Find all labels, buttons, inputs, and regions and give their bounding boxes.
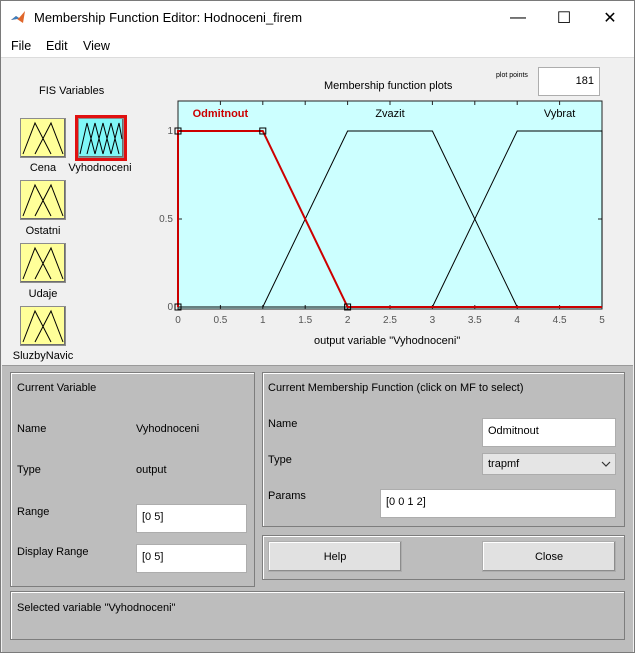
x-tick-label: 3.5	[468, 315, 482, 326]
upper-area: FIS Variables Cena Vyhodnoceni Ostatni U…	[2, 59, 633, 365]
y-tick-label: 0.5	[159, 214, 173, 225]
buttons-panel: Help Close	[262, 535, 625, 580]
x-tick-label: 0	[175, 315, 181, 326]
x-tick-label: 1	[260, 315, 266, 326]
maximize-button[interactable]: ☐	[541, 1, 587, 34]
mf-label-odmitnout: Odmitnout	[193, 108, 249, 120]
current-variable-heading: Current Variable	[17, 382, 97, 394]
status-text: Selected variable "Vyhodnoceni"	[17, 602, 176, 614]
y-tick-label: 0	[167, 302, 173, 313]
range-label: Range	[17, 506, 50, 518]
plot-points-input[interactable]: 181	[538, 67, 600, 96]
menu-view[interactable]: View	[83, 39, 110, 53]
x-tick-label: 5	[599, 315, 605, 326]
close-icon: ✕	[603, 9, 617, 27]
menu-file[interactable]: File	[11, 39, 31, 53]
matlab-app-icon	[11, 11, 25, 23]
mf-label-vybrat: Vybrat	[544, 108, 575, 120]
mf-type-label: Type	[268, 454, 292, 466]
mf-label-zvazit: Zvazit	[375, 108, 404, 120]
x-tick-label: 2.5	[383, 315, 397, 326]
fis-var-vyhodnoceni-label: Vyhodnoceni	[68, 162, 132, 174]
fis-var-udaje-icon[interactable]	[20, 243, 66, 283]
mf-name-input[interactable]: Odmitnout	[482, 418, 616, 447]
mf-type-select[interactable]: trapmf	[482, 453, 616, 475]
variable-name-value: Vyhodnoceni	[136, 423, 200, 435]
mf-triangles-icon	[22, 246, 64, 280]
fis-var-cena-icon[interactable]	[20, 118, 66, 158]
display-range-input[interactable]: [0 5]	[136, 544, 247, 573]
x-tick-label: 2	[345, 315, 351, 326]
close-button[interactable]: Close	[482, 541, 616, 572]
maximize-icon: ☐	[556, 9, 572, 27]
mf-triangles-icon	[22, 309, 64, 343]
x-tick-label: 4	[514, 315, 520, 326]
variable-type-value: output	[136, 464, 167, 476]
variable-name-label: Name	[17, 423, 47, 435]
fis-var-ostatni-icon[interactable]	[20, 180, 66, 220]
x-tick-label: 1.5	[298, 315, 312, 326]
minimize-icon: —	[510, 8, 526, 26]
variable-type-label: Type	[17, 464, 41, 476]
mf-name-label: Name	[268, 418, 298, 430]
fis-var-sluzbynavic-label: SluzbyNavic	[12, 350, 74, 362]
x-tick-label: 3	[430, 315, 436, 326]
y-tick-label: 1	[167, 126, 173, 137]
window-title: Membership Function Editor: Hodnoceni_fi…	[34, 10, 303, 25]
mf-params-input[interactable]: [0 0 1 2]	[380, 489, 616, 518]
mf-triangles-icon	[22, 121, 64, 155]
status-panel: Selected variable "Vyhodnoceni"	[10, 591, 625, 640]
minimize-button[interactable]: —	[495, 1, 541, 34]
title-bar: Membership Function Editor: Hodnoceni_fi…	[1, 1, 634, 34]
plot-points-label: plot points	[496, 72, 528, 79]
help-button[interactable]: Help	[268, 541, 402, 572]
display-range-label: Display Range	[17, 546, 89, 558]
fis-var-sluzbynavic-icon[interactable]	[20, 306, 66, 346]
fis-var-udaje-label: Udaje	[28, 288, 58, 300]
mf-editor-window: Membership Function Editor: Hodnoceni_fi…	[0, 0, 635, 653]
fis-variables-heading: FIS Variables	[39, 85, 105, 97]
plot-xlabel: output variable "Vyhodnoceni"	[314, 335, 461, 347]
menu-bar: File Edit View	[1, 34, 634, 58]
membership-function-plot[interactable]: 0 0.5 1 1.5 2 2.5 3 3.5 4 4.5 5 0 0.5 1 Zvazit Vybrat Od…	[152, 95, 622, 345]
plot-title: Membership function plots	[324, 80, 453, 92]
mf-triangles-icon	[22, 183, 64, 217]
x-tick-label: 4.5	[553, 315, 567, 326]
current-mf-panel: Current Membership Function (click on MF…	[262, 372, 625, 527]
lower-area: Current Variable Name Vyhodnoceni Type o…	[2, 365, 633, 652]
current-mf-heading: Current Membership Function (click on MF…	[268, 382, 524, 394]
mf-triangles-icon	[79, 122, 123, 155]
plot-area	[177, 100, 603, 310]
chevron-down-icon	[601, 461, 611, 467]
current-variable-panel: Current Variable Name Vyhodnoceni Type o…	[10, 372, 255, 587]
range-input[interactable]: [0 5]	[136, 504, 247, 533]
x-tick-label: 0.5	[213, 315, 227, 326]
close-window-button[interactable]: ✕	[587, 1, 633, 34]
mf-params-label: Params	[268, 490, 306, 502]
fis-var-vyhodnoceni-icon[interactable]	[75, 115, 127, 161]
fis-var-ostatni-label: Ostatni	[25, 225, 61, 237]
mf-type-value: trapmf	[488, 458, 520, 470]
menu-edit[interactable]: Edit	[46, 39, 68, 53]
